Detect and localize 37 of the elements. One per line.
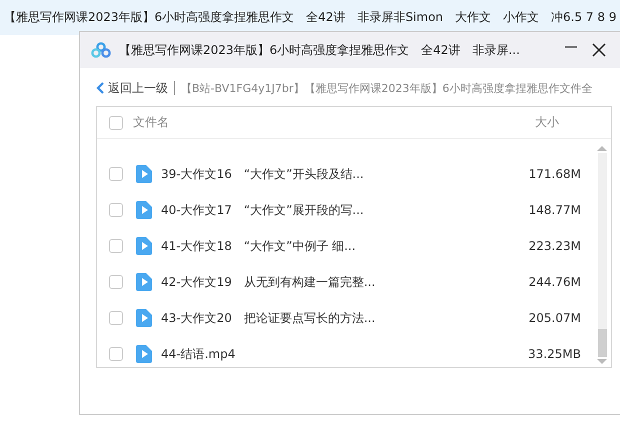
- video-file-icon: [136, 345, 152, 363]
- file-name: 41-大作文18 “大作文”中例子 细...: [161, 238, 357, 254]
- scroll-up-arrow-icon[interactable]: [597, 145, 607, 151]
- back-link[interactable]: 返回上一级: [96, 80, 168, 96]
- video-file-icon: [136, 273, 152, 291]
- file-name: 43-大作文20 把论证要点写长的方法...: [161, 310, 376, 326]
- file-name: 39-大作文16 “大作文”开头段及结...: [161, 166, 365, 182]
- file-size: 223.23M: [528, 239, 581, 253]
- video-file-icon: [136, 201, 152, 219]
- cloud-logo-icon: [91, 42, 111, 58]
- video-file-icon: [136, 237, 152, 255]
- video-file-icon: [136, 309, 152, 327]
- file-size: 205.07M: [528, 311, 581, 325]
- file-size: 33.25MB: [528, 347, 581, 361]
- close-icon[interactable]: [592, 43, 606, 57]
- file-name: 42-大作文19 从无到有构建一篇完整...: [161, 274, 376, 290]
- row-checkbox[interactable]: [109, 239, 123, 253]
- chevron-left-icon: [96, 82, 104, 94]
- scrollbar[interactable]: [598, 153, 606, 357]
- file-size: 244.76M: [528, 275, 581, 289]
- select-all-checkbox[interactable]: [109, 116, 123, 130]
- column-header: 大小: [535, 114, 559, 131]
- breadcrumb-path: 【B站-BV1FG4y1J7br】【雅思写作网课2023年版】6小时高强度拿捏雅思作文件全: [181, 80, 592, 96]
- background-window-title: 【雅思写作网课2023年版】6小时高强度拿捏雅思作文 全42讲 非录屏非Simon 大作文 小作文 冲6.5 7 8 9: [4, 9, 616, 26]
- row-checkbox[interactable]: [109, 275, 123, 289]
- scroll-down-arrow-icon[interactable]: [597, 359, 607, 365]
- video-file-icon: [136, 165, 152, 183]
- file-size: 171.68M: [528, 167, 581, 181]
- column-header: 文件名: [133, 114, 170, 131]
- row-checkbox[interactable]: [109, 167, 123, 181]
- row-checkbox[interactable]: [109, 311, 123, 325]
- file-name: 44-结语.mp4: [161, 346, 236, 362]
- window-title: 【雅思写作网课2023年版】6小时高强度拿捏雅思作文 全42讲 非录屏...: [119, 42, 520, 58]
- row-checkbox[interactable]: [109, 347, 123, 361]
- file-size: 148.77M: [528, 203, 581, 217]
- file-name: 40-大作文17 “大作文”展开段的写...: [161, 202, 365, 218]
- row-checkbox[interactable]: [109, 203, 123, 217]
